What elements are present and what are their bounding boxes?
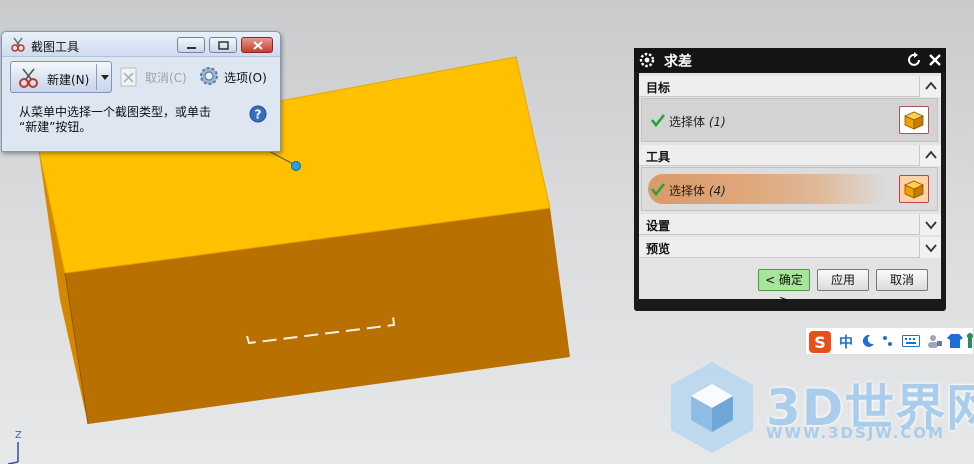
snipping-tool-title: 截图工具 bbox=[31, 40, 80, 54]
chevron-up-icon[interactable] bbox=[919, 145, 941, 166]
maximize-button[interactable] bbox=[209, 37, 237, 53]
check-icon bbox=[651, 114, 665, 127]
svg-text:S: S bbox=[814, 333, 826, 352]
snipping-tool-toolbar: 新建(N) 取消(C) 选项(O) bbox=[2, 58, 280, 94]
minimize-icon bbox=[187, 47, 196, 49]
cancel-x-icon bbox=[120, 67, 137, 87]
preview-section-label: 预览 bbox=[646, 242, 671, 256]
new-snip-icon bbox=[19, 68, 38, 88]
new-snip-label: 新建(N) bbox=[47, 73, 90, 87]
subtract-dialog-titlebar[interactable]: 求差 bbox=[634, 48, 946, 72]
gear-icon bbox=[200, 67, 218, 85]
chevron-down-icon[interactable] bbox=[919, 214, 941, 235]
tool-select-body-label: 选择体 (4) bbox=[669, 184, 726, 198]
z-axis-label: Z bbox=[15, 430, 22, 441]
help-icon[interactable]: ? bbox=[249, 105, 267, 123]
settings-section-header[interactable]: 设置 bbox=[639, 214, 941, 235]
tool-section-label: 工具 bbox=[646, 150, 671, 164]
solid-body-icon bbox=[904, 111, 924, 130]
sogou-s-icon[interactable]: S bbox=[809, 331, 831, 353]
reset-icon[interactable] bbox=[906, 51, 924, 69]
scissors-icon bbox=[11, 37, 25, 52]
cancel-snip-label: 取消(C) bbox=[145, 71, 187, 85]
close-icon bbox=[253, 41, 263, 50]
subtract-dialog-body: 目标 选择体 (1) 工具 选择体 (4) 设置 预览 < 确定 > 应用 取消 bbox=[639, 73, 941, 307]
tool-select-body-button[interactable] bbox=[899, 175, 929, 203]
maximize-icon bbox=[218, 41, 229, 50]
svg-text:?: ? bbox=[255, 108, 262, 122]
tool-section-header[interactable]: 工具 bbox=[639, 145, 941, 166]
user-icon[interactable] bbox=[927, 333, 943, 349]
dialog-button-bar: < 确定 > 应用 取消 bbox=[639, 263, 941, 307]
chevron-down-icon[interactable] bbox=[919, 237, 941, 258]
dropdown-arrow-icon[interactable] bbox=[101, 75, 109, 80]
minimize-button[interactable] bbox=[177, 37, 205, 53]
new-snip-button[interactable]: 新建(N) bbox=[10, 61, 112, 93]
message-line-2: “新建”按钮。 bbox=[19, 120, 92, 134]
preview-section-header[interactable]: 预览 bbox=[639, 237, 941, 258]
subtract-dialog[interactable]: 求差 目标 选择体 (1) 工具 选择体 (4) 设置 预览 < 确定 > 应用… bbox=[634, 48, 946, 311]
watermark-url: WWW.3DSJW.COM bbox=[766, 424, 946, 442]
selection-point[interactable] bbox=[291, 161, 301, 171]
chevron-up-icon[interactable] bbox=[919, 76, 941, 97]
check-icon bbox=[651, 183, 665, 196]
snipping-tool-titlebar[interactable]: 截图工具 bbox=[2, 32, 280, 57]
solid-body-icon bbox=[904, 180, 924, 199]
ok-button[interactable]: < 确定 > bbox=[758, 269, 810, 307]
watermark-logo-icon bbox=[671, 362, 753, 453]
ime-toolbar[interactable]: S 中 bbox=[805, 327, 974, 355]
dialog-gear-icon bbox=[639, 52, 655, 68]
settings-section-label: 设置 bbox=[646, 219, 671, 233]
wcs-triad-icon bbox=[7, 442, 19, 464]
moon-icon[interactable] bbox=[861, 334, 875, 348]
close-button[interactable] bbox=[241, 37, 273, 53]
dialog-close-icon[interactable] bbox=[926, 51, 944, 69]
options-label: 选项(O) bbox=[224, 71, 267, 85]
message-line-1: 从菜单中选择一个截图类型，或单击 bbox=[19, 105, 212, 119]
snipping-tool-window[interactable]: 截图工具 新建(N) 取消(C) 选项(O) 从菜单中选择一个截图类型，或单击 … bbox=[1, 31, 281, 152]
dot-punct-icon[interactable] bbox=[881, 334, 895, 348]
apply-button[interactable]: 应用 bbox=[817, 269, 869, 291]
ime-lang-label[interactable]: 中 bbox=[839, 332, 853, 352]
tool-select-body-row[interactable]: 选择体 (4) bbox=[641, 167, 938, 211]
shirt-icon[interactable] bbox=[947, 333, 963, 349]
target-select-body-label: 选择体 (1) bbox=[669, 115, 726, 129]
target-section-header[interactable]: 目标 bbox=[639, 76, 941, 97]
subtract-dialog-title: 求差 bbox=[664, 54, 692, 70]
keyboard-icon[interactable] bbox=[902, 335, 920, 347]
cancel-button[interactable]: 取消 bbox=[876, 269, 928, 291]
wrench-icon[interactable] bbox=[966, 333, 974, 349]
target-select-body-button[interactable] bbox=[899, 106, 929, 134]
snipping-tool-message: 从菜单中选择一个截图类型，或单击 “新建”按钮。 bbox=[19, 105, 239, 135]
target-section-label: 目标 bbox=[646, 81, 671, 95]
target-select-body-row[interactable]: 选择体 (1) bbox=[641, 98, 938, 142]
